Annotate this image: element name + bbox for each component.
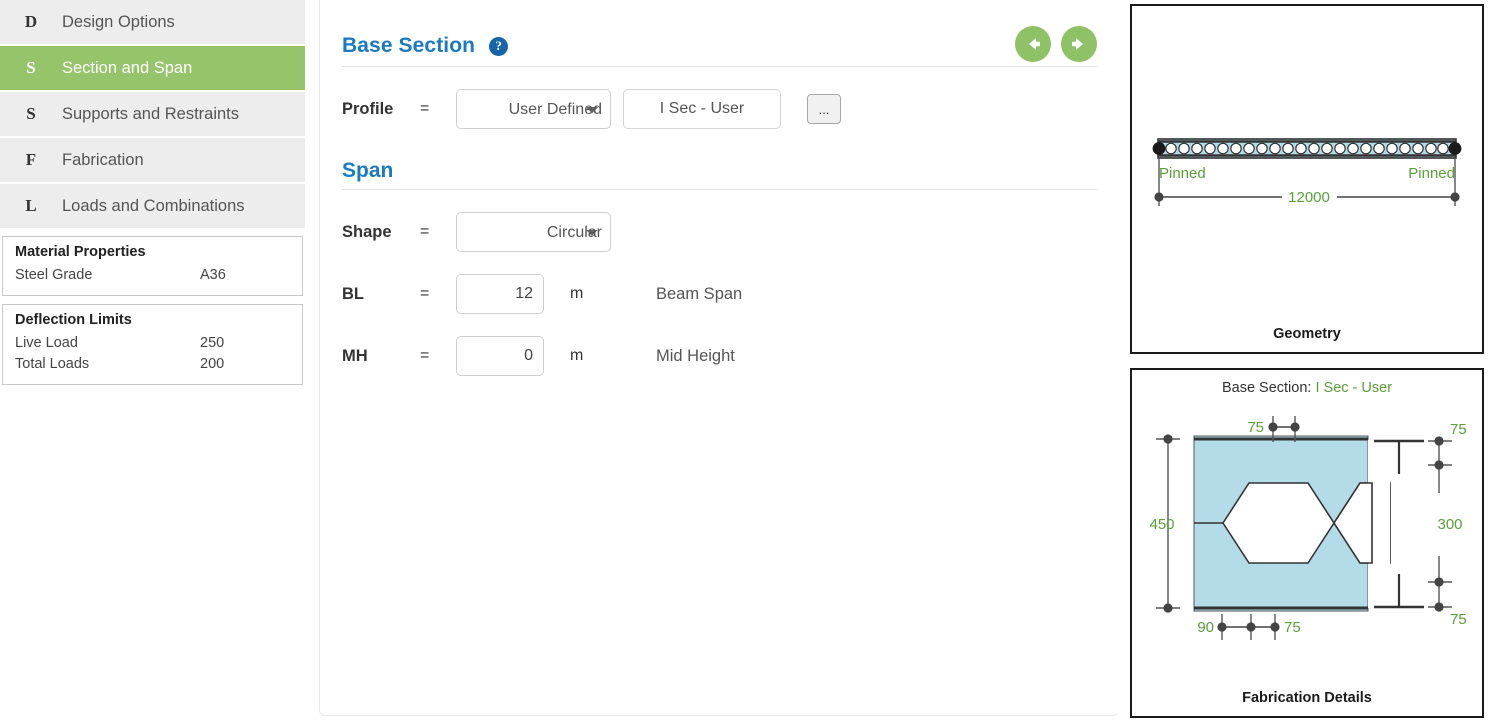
deflection-limits-title: Deflection Limits (15, 312, 132, 328)
mid-height-row: MH = m Mid Height (342, 336, 1097, 376)
geometry-diagram: Pinned Pinned 12000 (1152, 138, 1462, 206)
sidebar-item-fabrication[interactable]: F Fabrication (0, 138, 305, 184)
fabrication-header-prefix: Base Section: (1221, 380, 1312, 396)
sidebar-nav: D Design Options S Section and Span S Su… (0, 0, 305, 230)
section-browse-button[interactable]: ... (807, 94, 841, 124)
fabrication-diagram: 450 75 90 75 75 300 75 (1149, 416, 1467, 640)
profile-equals: = (420, 100, 430, 117)
fab-dim-top: 75 (1247, 419, 1264, 436)
geometry-caption: Geometry (1273, 326, 1341, 342)
base-section-header: Base Section ? (342, 0, 1097, 67)
sidebar-item-label: Loads and Combinations (62, 196, 245, 215)
fab-dim-bottom-left: 90 (1197, 619, 1214, 636)
sidebar-item-label: Section and Span (62, 58, 193, 77)
forward-arrow-icon[interactable] (1061, 26, 1097, 62)
shape-equals: = (420, 223, 430, 240)
live-load-label: Live Load (15, 335, 78, 351)
span-section-title: Span (342, 129, 1097, 190)
bl-description: Beam Span (656, 284, 743, 303)
help-icon[interactable]: ? (489, 36, 509, 56)
sidebar-item-section-and-span[interactable]: S Section and Span (0, 46, 305, 92)
deflection-limits-box: Deflection Limits Live Load 250 Total Lo… (2, 304, 303, 385)
material-properties-box: Material Properties Steel Grade A36 (2, 236, 303, 296)
steel-grade-label: Steel Grade (15, 267, 93, 283)
sidebar-item-design-options[interactable]: D Design Options (0, 0, 305, 46)
bl-equals: = (420, 285, 430, 302)
profile-label: Profile (342, 99, 394, 118)
letter-f-icon: F (25, 150, 37, 169)
back-arrow-icon[interactable] (1015, 26, 1051, 62)
fab-dim-right-top: 75 (1450, 421, 1467, 438)
beam-span-row: BL = m Beam Span (342, 274, 1097, 314)
geometry-panel: Pinned Pinned 12000 Geometry (1130, 4, 1484, 354)
letter-l-icon: L (25, 196, 37, 215)
sidebar: D Design Options S Section and Span S Su… (0, 0, 305, 724)
mh-equals: = (420, 347, 430, 364)
profile-row: Profile = User Defined I Sec - User ... (342, 89, 1097, 129)
mh-label: MH (342, 346, 368, 365)
profile-select[interactable]: User Defined (456, 89, 611, 129)
letter-s-icon: S (26, 104, 36, 123)
fab-dim-right-bottom: 75 (1450, 611, 1467, 628)
sidebar-item-label: Design Options (62, 12, 175, 31)
mh-description: Mid Height (656, 346, 735, 365)
shape-label: Shape (342, 222, 392, 241)
steel-grade-value: A36 (200, 267, 226, 283)
deflection-limits-row: Total Loads 200 (15, 354, 290, 375)
bl-input[interactable] (456, 274, 544, 314)
right-support-label: Pinned (1408, 165, 1455, 182)
navigation-arrows (1015, 26, 1097, 62)
total-loads-label: Total Loads (15, 356, 90, 372)
bl-unit: m (570, 285, 584, 302)
deflection-limits-row: Live Load 250 (15, 333, 290, 354)
shape-select[interactable]: Circular (456, 212, 611, 252)
application-window: D Design Options S Section and Span S Su… (0, 0, 1488, 724)
main-content-panel: Base Section ? Profile = User Defined I … (319, 0, 1119, 716)
mh-unit: m (570, 347, 584, 364)
right-panels: Pinned Pinned 12000 Geometry Base Sectio… (1130, 4, 1484, 718)
fab-dim-left: 450 (1149, 516, 1174, 533)
sidebar-item-loads-and-combinations[interactable]: L Loads and Combinations (0, 184, 305, 230)
total-loads-value: 200 (200, 356, 225, 372)
sidebar-item-label: Supports and Restraints (62, 104, 240, 123)
fabrication-header-value: I Sec - User (1315, 380, 1393, 396)
fabrication-caption: Fabrication Details (1242, 690, 1372, 706)
material-properties-row: Steel Grade A36 (15, 265, 290, 286)
letter-d-icon: D (24, 12, 38, 31)
letter-s-icon: S (26, 58, 36, 77)
fab-dim-bottom-right: 75 (1284, 619, 1301, 636)
bl-label: BL (342, 284, 364, 303)
left-support-label: Pinned (1159, 165, 1206, 182)
material-properties-title: Material Properties (15, 244, 146, 260)
span-dimension-label: 12000 (1288, 189, 1330, 206)
fab-dim-right-mid: 300 (1437, 516, 1462, 533)
sidebar-item-label: Fabrication (62, 150, 144, 169)
fabrication-panel: Base Section: I Sec - User 450 75 90 75 … (1130, 368, 1484, 718)
fabrication-header: Base Section: I Sec - User (1132, 370, 1482, 396)
sidebar-item-supports-and-restraints[interactable]: S Supports and Restraints (0, 92, 305, 138)
live-load-value: 250 (200, 335, 225, 351)
shape-row: Shape = Circular (342, 212, 1097, 252)
mh-input[interactable] (456, 336, 544, 376)
section-picker-button[interactable]: I Sec - User (623, 89, 781, 129)
base-section-title: Base Section (342, 34, 476, 57)
